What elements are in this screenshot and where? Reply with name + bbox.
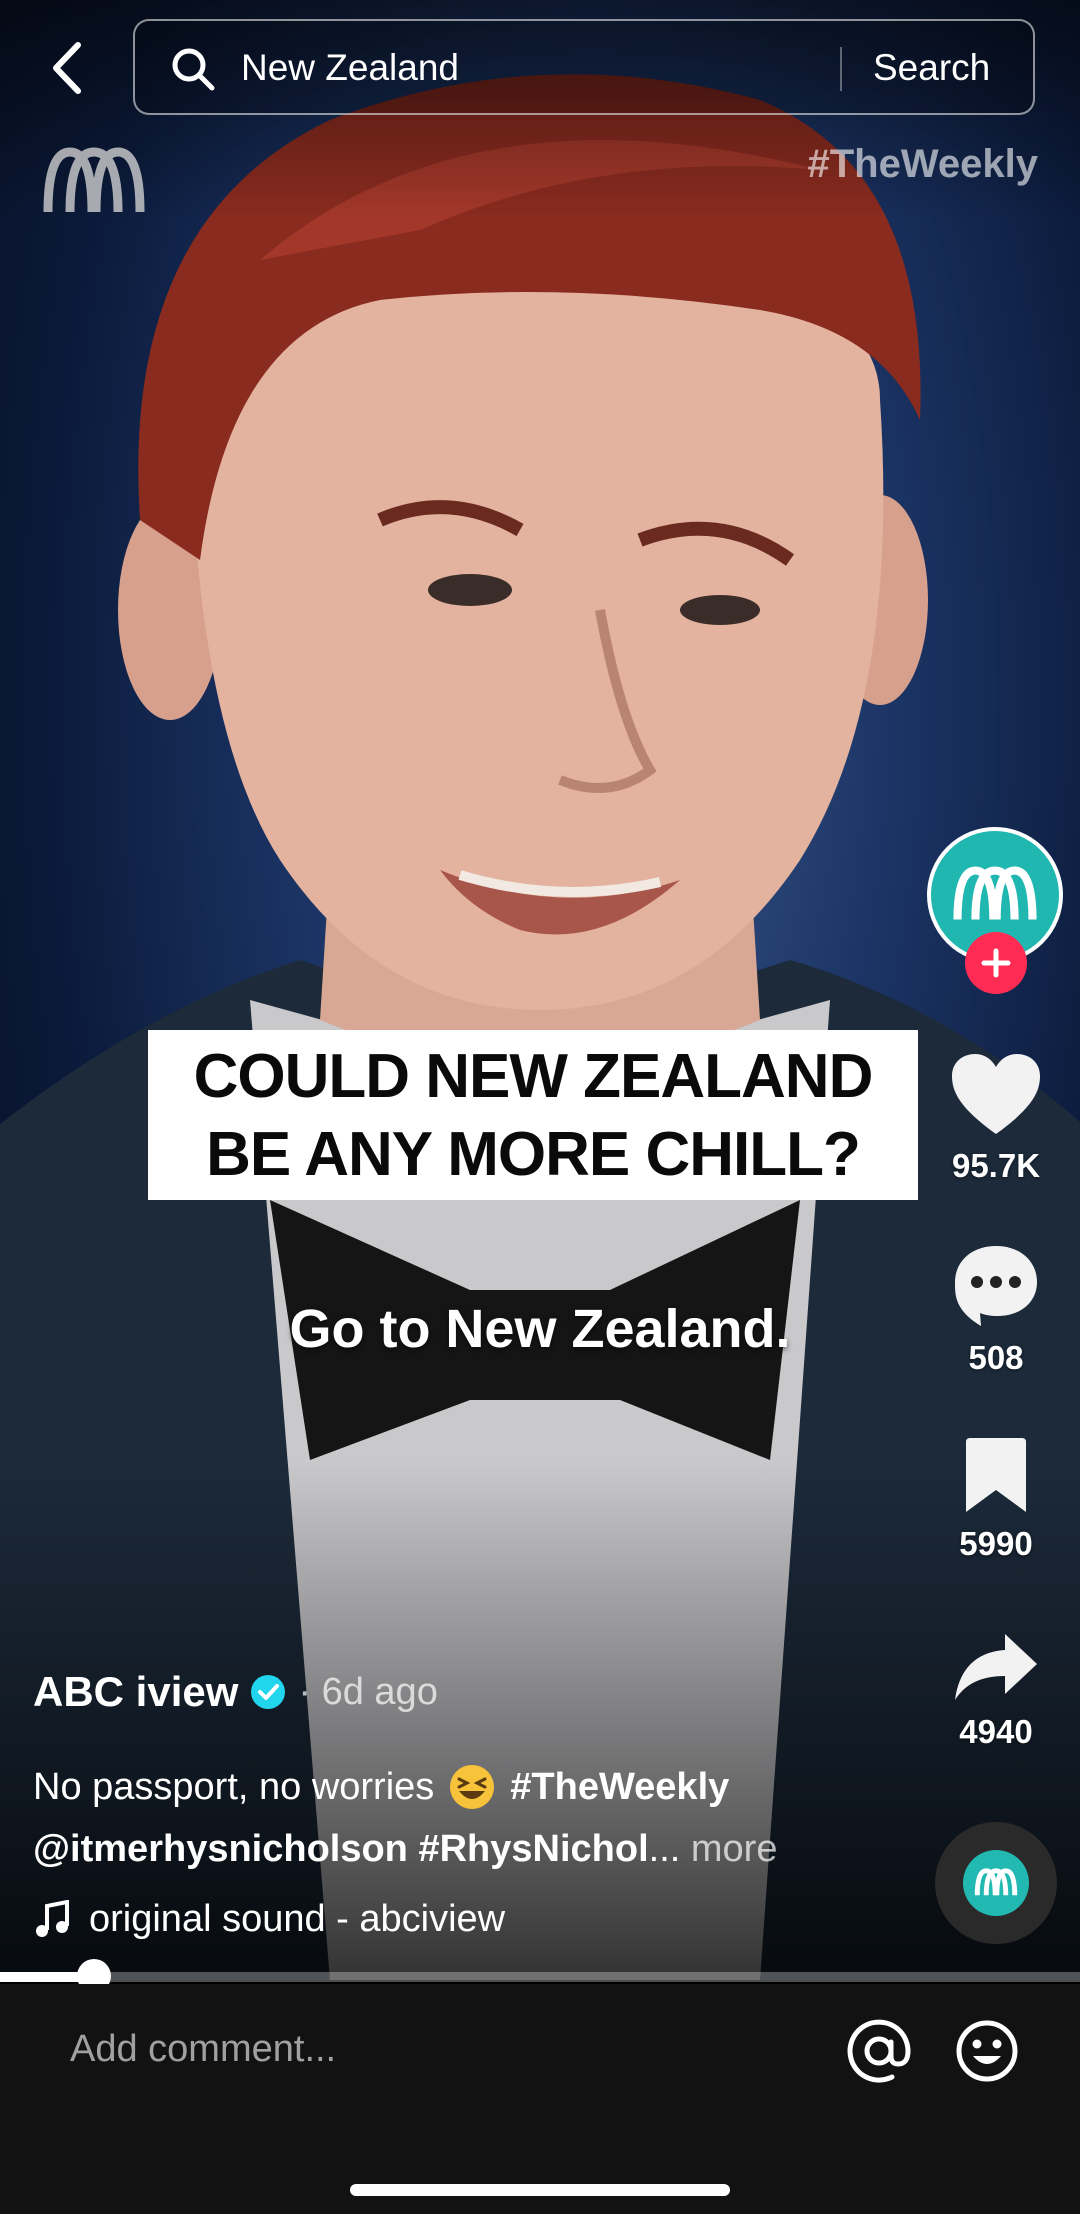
post-description[interactable]: No passport, no worries #TheWeekly @itme…	[33, 1756, 853, 1880]
bookmark-icon	[966, 1438, 1026, 1512]
emoji-icon[interactable]	[954, 2018, 1020, 2084]
caption-overlay: COULD NEW ZEALAND BE ANY MORE CHILL?	[148, 1030, 918, 1200]
back-button[interactable]	[36, 34, 96, 102]
plus-icon	[981, 948, 1011, 978]
sound-disc[interactable]	[935, 1822, 1057, 1944]
subtitle: Go to New Zealand.	[289, 1299, 791, 1359]
like-count: 95.7K	[951, 1147, 1041, 1184]
back-icon	[53, 42, 81, 94]
hashtag-link-2[interactable]: #RhysNichol	[418, 1828, 648, 1870]
abc-logo-small-icon	[974, 1868, 1018, 1896]
search-input[interactable]: New Zealand	[241, 45, 459, 91]
search-icon	[172, 48, 215, 91]
search-divider	[840, 47, 842, 91]
caption-line-2: BE ANY MORE CHILL?	[206, 1120, 861, 1189]
comment-input[interactable]: Add comment...	[70, 2028, 336, 2071]
heart-icon	[952, 1054, 1040, 1134]
description-ellipsis: ...	[648, 1828, 681, 1870]
music-note-icon	[36, 1899, 69, 1937]
search-button[interactable]: Search	[873, 45, 990, 91]
follow-button[interactable]	[965, 932, 1027, 994]
share-icon	[955, 1634, 1037, 1700]
comment-bar: Add comment...	[0, 1984, 1080, 2214]
comment-button[interactable]: 508	[935, 1242, 1057, 1377]
video-progress-bar[interactable]	[0, 1959, 1080, 1993]
caption-line-1: COULD NEW ZEALAND	[193, 1042, 874, 1111]
verified-icon	[251, 1675, 286, 1709]
description-text: No passport, no worries	[33, 1766, 435, 1808]
sound-name: original sound - abciview	[89, 1898, 506, 1940]
share-count: 4940	[959, 1713, 1033, 1750]
save-count: 5990	[959, 1525, 1033, 1562]
author-name[interactable]: ABC iview	[33, 1668, 238, 1716]
like-button[interactable]: 95.7K	[935, 1052, 1057, 1185]
sound-disc-avatar	[963, 1850, 1029, 1916]
comment-icon	[955, 1246, 1037, 1326]
home-indicator	[350, 2184, 730, 2196]
sound-link[interactable]: original sound - abciview	[33, 1898, 505, 1941]
abc-logo-icon	[953, 866, 1037, 920]
mention-icon[interactable]	[846, 2018, 912, 2084]
laughing-emoji-icon	[450, 1765, 495, 1809]
more-link[interactable]: more	[691, 1828, 778, 1870]
save-button[interactable]: 5990	[935, 1436, 1057, 1563]
post-time: · 6d ago	[298, 1670, 438, 1713]
share-button[interactable]: 4940	[935, 1632, 1057, 1751]
hashtag-link[interactable]: #TheWeekly	[510, 1756, 729, 1818]
watermark-hashtag: #TheWeekly	[807, 142, 1039, 186]
search-bar[interactable]: New Zealand Search	[133, 19, 1035, 115]
comment-count: 508	[968, 1339, 1024, 1376]
author-row: ABC iview · 6d ago	[33, 1668, 438, 1716]
mention-link[interactable]: @itmerhysnicholson	[33, 1828, 408, 1870]
abc-logo	[43, 147, 145, 213]
